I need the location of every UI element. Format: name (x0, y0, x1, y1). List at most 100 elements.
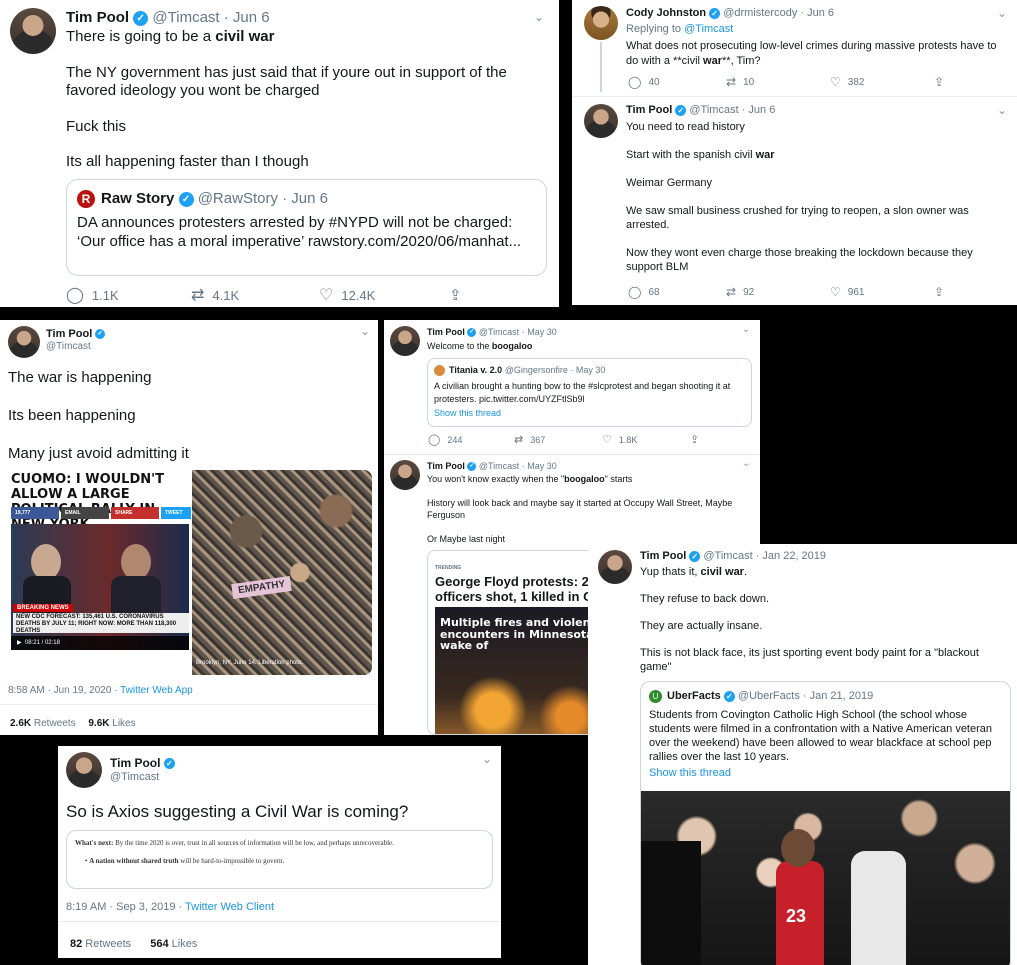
retweets-stat[interactable]: 2.6K Retweets (10, 718, 76, 729)
heart-icon: ♡ (830, 285, 841, 299)
engagement-stats: 82 Retweets 564 Likes (70, 938, 197, 950)
tweet-text: The war is happening Its been happening … (8, 369, 189, 462)
replying-to-link[interactable]: @Timcast (684, 23, 733, 35)
tweet-date[interactable]: · Jan 22, 2019 (756, 550, 826, 562)
engagement-stats: 2.6K Retweets 9.6K Likes (10, 718, 136, 729)
author-handle[interactable]: @Timcast (479, 327, 519, 337)
reply-count: 68 (648, 286, 660, 298)
author-handle[interactable]: @Timcast (479, 461, 519, 471)
verified-badge-icon: ✓ (133, 10, 149, 26)
like-count: 961 (847, 286, 865, 298)
tweet-panel-axios: Tim Pool ✓ @Timcast ⌄ So is Axios sugges… (58, 746, 501, 958)
reply-count: 40 (648, 76, 660, 88)
retweet-button[interactable]: ⇄ 4.1K (191, 285, 319, 305)
verified-badge-icon: ✓ (163, 758, 175, 770)
like-button[interactable]: ♡ 12.4K (319, 285, 449, 305)
tweet-date[interactable]: · Jun 6 (224, 9, 270, 26)
video-controls[interactable]: ▶ 08:21 / 02:18 (11, 636, 189, 650)
tweet-date[interactable]: · May 30 (522, 461, 557, 471)
chevron-down-icon[interactable]: ⌄ (534, 10, 544, 24)
share-button[interactable]: ⇪ (934, 75, 944, 89)
chevron-down-icon[interactable]: ⌄ (742, 458, 750, 469)
avatar[interactable] (10, 8, 56, 54)
retweet-button[interactable]: ⇄ 10 (726, 75, 830, 89)
likes-stat[interactable]: 564 Likes (150, 938, 197, 950)
author-name[interactable]: Tim Pool (626, 104, 672, 116)
tweet-text: Yup thats it, civil war. They refuse to … (640, 566, 979, 673)
tweet-date[interactable]: · May 30 (522, 327, 557, 337)
quoted-tweet[interactable]: R Raw Story ✓ @RawStory · Jun 6 DA annou… (66, 179, 547, 276)
share-icon: ⇪ (934, 75, 945, 89)
avatar[interactable] (66, 752, 102, 788)
show-thread-link[interactable]: Show this thread (649, 767, 731, 779)
avatar[interactable] (8, 326, 40, 358)
reply-button[interactable]: ◯ 40 (628, 75, 726, 89)
avatar[interactable] (390, 460, 420, 490)
client-link[interactable]: Twitter Web App (120, 685, 193, 696)
likes-stat[interactable]: 9.6K Likes (88, 718, 135, 729)
chevron-down-icon[interactable]: ⌄ (997, 6, 1007, 20)
reply-count: 1.1K (91, 287, 119, 303)
avatar[interactable] (390, 326, 420, 356)
client-link[interactable]: Twitter Web Client (185, 901, 274, 913)
tweet-panel-timpool-civil-war: Tim Pool ✓ @Timcast · Jun 6 ⌄ There is g… (0, 0, 559, 307)
avatar[interactable] (584, 6, 618, 40)
author-handle[interactable]: @Timcast (703, 550, 752, 562)
retweet-button[interactable]: ⇄ 367 (514, 433, 602, 446)
quoted-tweet[interactable]: U UberFacts ✓ @UberFacts · Jan 21, 2019 … (640, 681, 1011, 965)
like-button[interactable]: ♡ 382 (830, 75, 934, 89)
breaking-news-label: BREAKING NEWS (13, 604, 73, 612)
share-button[interactable]: ⇪ (690, 433, 699, 446)
reply-button[interactable]: ◯ 244 (428, 433, 514, 446)
cnn-video-frame: BREAKING NEWS NEW CDC FORECAST: 135,461 … (11, 524, 189, 650)
like-button[interactable]: ♡ 1.8K (602, 433, 690, 446)
share-button[interactable]: ⇪ (449, 285, 462, 305)
author-handle[interactable]: @Timcast (110, 771, 159, 783)
author-handle[interactable]: @Timcast (152, 9, 219, 26)
author-name[interactable]: Tim Pool (110, 756, 160, 770)
show-thread-link[interactable]: Show this thread (434, 408, 501, 418)
jersey-number: 23 (786, 906, 807, 926)
share-icon: ⇪ (449, 287, 462, 304)
author-name[interactable]: Tim Pool (640, 550, 686, 562)
verified-badge-icon: ✓ (467, 462, 477, 472)
divider (572, 96, 1017, 97)
avatar[interactable] (598, 550, 632, 584)
avatar[interactable] (584, 104, 618, 138)
retweets-stat[interactable]: 82 Retweets (70, 938, 131, 950)
author-name[interactable]: Cody Johnston (626, 7, 706, 19)
quoted-tweet[interactable]: Titania v. 2.0 @Gingersonfire · May 30 A… (427, 358, 752, 427)
chevron-down-icon[interactable]: ⌄ (360, 324, 370, 338)
author-handle[interactable]: @Timcast (46, 341, 91, 352)
tweet-panel-blackout-game: Tim Pool ✓ @Timcast · Jan 22, 2019 Yup t… (588, 544, 1017, 965)
verified-badge-icon: ✓ (178, 191, 194, 207)
author-name[interactable]: Tim Pool (46, 328, 92, 340)
author-name[interactable]: Tim Pool (427, 461, 465, 471)
reply-button[interactable]: ◯ 68 (628, 285, 726, 299)
author-handle[interactable]: @drmistercody (723, 7, 797, 19)
reply-button[interactable]: ◯ 1.1K (66, 285, 191, 305)
tweet-date[interactable]: · Jun 6 (742, 104, 776, 116)
quoted-image-card[interactable]: What's next: By the time 2020 is over, t… (66, 830, 493, 889)
chevron-down-icon[interactable]: ⌄ (997, 103, 1007, 117)
tweet-media[interactable]: CUOMO: I WOULDN'T ALLOW A LARGE POLITICA… (8, 470, 372, 675)
divider (384, 454, 760, 455)
retweet-count: 367 (530, 434, 546, 445)
divider (58, 921, 501, 922)
verified-badge-icon: ✓ (467, 328, 477, 338)
chevron-down-icon[interactable]: ⌄ (742, 324, 750, 335)
author-handle[interactable]: @Timcast (689, 104, 738, 116)
red-jersey-player: 23 (776, 861, 824, 965)
retweet-button[interactable]: ⇄ 92 (726, 285, 830, 299)
author-name[interactable]: Tim Pool (427, 327, 465, 337)
share-button[interactable]: ⇪ (934, 285, 944, 299)
heart-icon: ♡ (830, 75, 841, 89)
chevron-down-icon[interactable]: ⌄ (482, 752, 492, 766)
verified-badge-icon: ✓ (723, 690, 735, 702)
author-name[interactable]: Tim Pool (66, 9, 129, 26)
tweet-date[interactable]: · Jun 6 (800, 7, 834, 19)
retweet-count: 4.1K (212, 287, 240, 303)
reply-icon: ◯ (628, 75, 642, 89)
like-button[interactable]: ♡ 961 (830, 285, 934, 299)
pep-rally-photo: 23 (641, 791, 1010, 965)
